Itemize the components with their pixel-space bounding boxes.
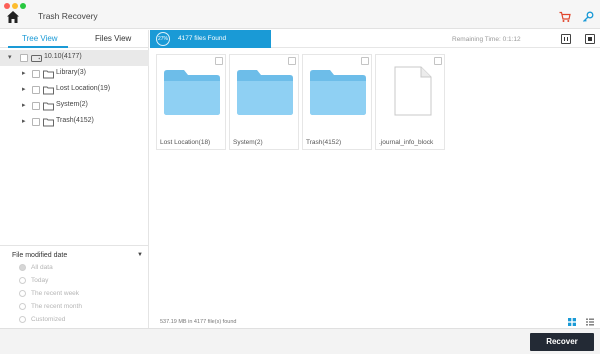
radio-button[interactable] <box>19 316 26 323</box>
folder-outline-icon <box>43 102 54 111</box>
drive-icon <box>31 55 42 62</box>
filter-title: File modified date <box>12 252 68 259</box>
sidebar: Tree View Files View ▾ 10.10(4177) ▸ Lib… <box>0 30 149 328</box>
radio-recent-week[interactable]: The recent week <box>19 289 139 299</box>
files-found-text: 4177 files Found <box>178 35 227 42</box>
file-checkbox[interactable] <box>288 57 296 65</box>
radio-label: All data <box>31 264 53 271</box>
chevron-right-icon[interactable]: ▸ <box>22 69 26 77</box>
tree-label-system: System(2) <box>56 101 88 108</box>
radio-customized[interactable]: Customized <box>19 315 139 325</box>
home-icon[interactable] <box>6 10 20 24</box>
tree-checkbox-lost-location[interactable] <box>32 86 40 94</box>
chevron-right-icon[interactable]: ▸ <box>22 117 26 125</box>
stop-button[interactable] <box>585 34 595 44</box>
folder-outline-icon <box>43 70 54 79</box>
folder-outline-icon <box>43 86 54 95</box>
zoom-window-button[interactable] <box>20 3 26 9</box>
bottom-bar: Recover <box>0 328 600 354</box>
radio-button[interactable] <box>19 290 26 297</box>
radio-today[interactable]: Today <box>19 276 139 286</box>
tab-tree-view[interactable]: Tree View <box>22 34 58 43</box>
chevron-right-icon[interactable]: ▸ <box>22 101 26 109</box>
tree-item-library[interactable]: ▸ Library(3) <box>0 66 149 82</box>
tree-checkbox-trash[interactable] <box>32 118 40 126</box>
key-icon[interactable] <box>582 11 594 23</box>
radio-label: Customized <box>31 316 66 323</box>
folder-icon <box>237 70 293 115</box>
files-summary: 537.19 MB in 4177 file(s) found <box>160 319 237 325</box>
tree-label-lost-location: Lost Location(19) <box>56 85 111 92</box>
cart-icon[interactable] <box>559 11 571 23</box>
file-card-lost-location[interactable]: Lost Location(18) <box>156 54 226 150</box>
title-bar: Trash Recovery <box>0 0 600 29</box>
scan-progress: 27% 4177 files Found <box>150 30 271 48</box>
chevron-right-icon[interactable]: ▸ <box>22 85 26 93</box>
chevron-down-icon[interactable]: ▼ <box>137 252 143 258</box>
tree-label-library: Library(3) <box>56 69 86 76</box>
tree-checkbox-library[interactable] <box>32 70 40 78</box>
file-checkbox[interactable] <box>215 57 223 65</box>
window-title: Trash Recovery <box>38 11 98 21</box>
tree-label-trash: Trash(4152) <box>56 117 94 124</box>
tree-checkbox-root[interactable] <box>20 54 28 62</box>
radio-label: Today <box>31 277 49 284</box>
remaining-time: Remaining Time: 0:1:12 <box>452 36 521 43</box>
view-tabs: Tree View Files View <box>0 30 149 48</box>
radio-button[interactable] <box>19 277 26 284</box>
tree-item-root[interactable]: ▾ 10.10(4177) <box>0 50 149 66</box>
radio-all-data[interactable]: All data <box>19 263 139 273</box>
file-checkbox[interactable] <box>434 57 442 65</box>
list-view-icon[interactable] <box>586 318 594 326</box>
file-checkbox[interactable] <box>361 57 369 65</box>
file-card-system[interactable]: System(2) <box>229 54 299 150</box>
progress-percent: 27% <box>156 32 170 46</box>
file-label: .journal_info_block <box>379 139 434 146</box>
file-label: Lost Location(18) <box>160 139 211 146</box>
recover-button[interactable]: Recover <box>530 333 594 351</box>
chevron-down-icon[interactable]: ▾ <box>8 53 12 61</box>
radio-button[interactable] <box>19 264 26 271</box>
main-panel: 27% 4177 files Found Remaining Time: 0:1… <box>150 30 600 328</box>
file-card-trash[interactable]: Trash(4152) <box>302 54 372 150</box>
tab-files-view[interactable]: Files View <box>95 34 131 43</box>
minimize-window-button[interactable] <box>12 3 18 9</box>
folder-icon <box>164 70 220 115</box>
close-window-button[interactable] <box>4 3 10 9</box>
radio-label: The recent month <box>31 303 82 310</box>
active-tab-indicator <box>8 46 68 48</box>
tree-item-system[interactable]: ▸ System(2) <box>0 98 149 114</box>
tree-item-lost-location[interactable]: ▸ Lost Location(19) <box>0 82 149 98</box>
tree-label-root: 10.10(4177) <box>44 53 82 60</box>
file-label: Trash(4152) <box>306 139 342 146</box>
radio-recent-month[interactable]: The recent month <box>19 302 139 312</box>
document-icon <box>394 66 432 116</box>
grid-view-icon[interactable] <box>568 318 576 326</box>
pause-button[interactable] <box>561 34 571 44</box>
file-label: System(2) <box>233 139 263 146</box>
tree-checkbox-system[interactable] <box>32 102 40 110</box>
scan-status-bar: 27% 4177 files Found Remaining Time: 0:1… <box>150 30 600 48</box>
radio-label: The recent week <box>31 290 80 297</box>
file-card-journal-info-block[interactable]: .journal_info_block <box>375 54 445 150</box>
date-filter-panel: File modified date ▼ All data Today The … <box>0 245 149 328</box>
tree-item-trash[interactable]: ▸ Trash(4152) <box>0 114 149 130</box>
radio-button[interactable] <box>19 303 26 310</box>
folder-outline-icon <box>43 118 54 127</box>
folder-icon <box>310 70 366 115</box>
